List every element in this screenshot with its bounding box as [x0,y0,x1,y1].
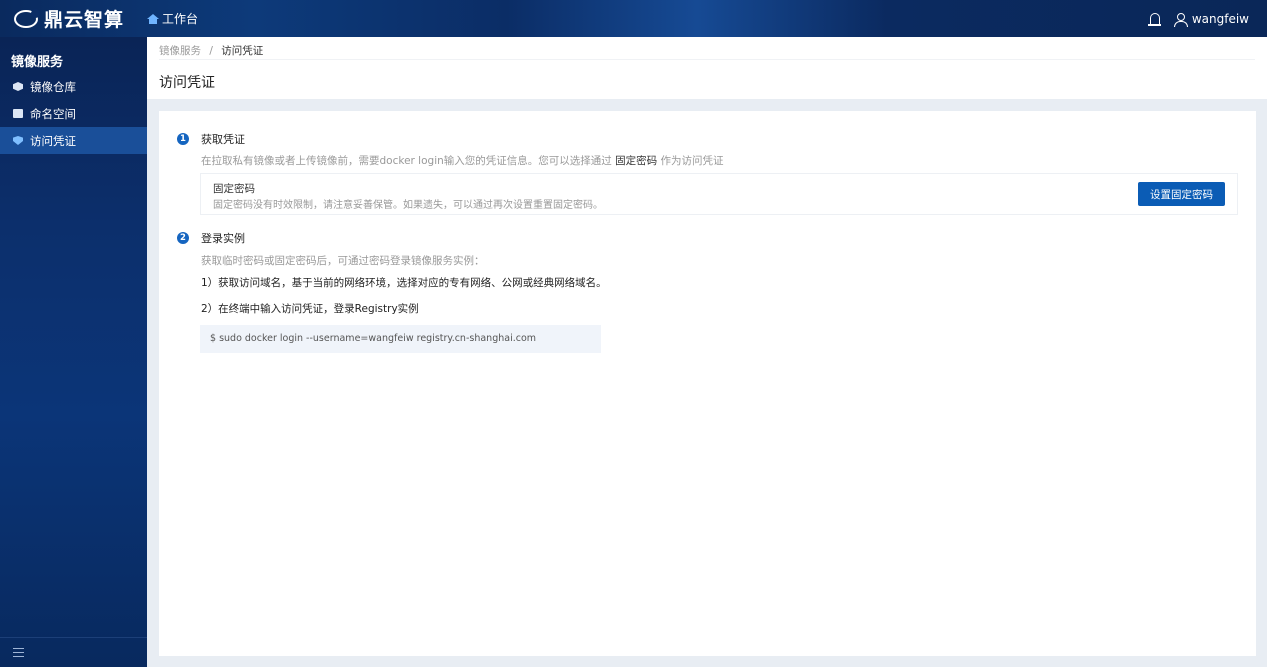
user-menu[interactable]: wangfeiw [1173,11,1249,27]
fixed-password-title: 固定密码 [213,183,255,195]
cloud-logo-icon [14,8,40,28]
fixed-password-desc: 固定密码没有时效限制，请注意妥善保管。如果遗失，可以通过再次设置重置固定密码。 [213,200,603,211]
sidebar-item-label: 访问凭证 [30,133,76,148]
login-command-code[interactable]: $ sudo docker login --username=wangfeiw … [200,325,601,353]
menu-icon [13,648,24,657]
app-name: 鼎云智算 [44,9,125,31]
bell-icon[interactable] [1147,12,1161,26]
breadcrumb-separator: / [209,45,213,57]
sidebar-item-access-credential[interactable]: 访问凭证 [0,127,147,154]
set-fixed-password-button[interactable]: 设置固定密码 [1138,182,1225,206]
step-title: 获取凭证 [201,133,245,146]
divider [159,59,1255,60]
page-title: 访问凭证 [159,75,215,91]
step-2-line-2: 2）在终端中输入访问凭证，登录Registry实例 [201,303,419,315]
breadcrumb-parent[interactable]: 镜像服务 [159,45,201,57]
sidebar-item-label: 命名空间 [30,106,76,121]
sidebar-item-namespace[interactable]: 命名空间 [0,100,147,127]
content-card: 1 获取凭证 在拉取私有镜像或者上传镜像前，需要docker login输入您的… [159,111,1256,656]
step-number-badge: 2 [177,232,189,244]
workbench-label: 工作台 [162,12,199,26]
fixed-password-panel: 固定密码 固定密码没有时效限制，请注意妥善保管。如果遗失，可以通过再次设置重置固… [200,173,1238,215]
desc-text: 作为访问凭证 [660,155,724,167]
sidebar-title: 镜像服务 [11,55,64,70]
step-2-description: 获取临时密码或固定密码后，可通过密码登录镜像服务实例： [201,255,485,267]
user-icon [1173,12,1188,27]
home-icon [147,13,159,24]
step-1-header: 1 获取凭证 [177,131,245,147]
sidebar-item-image-repo[interactable]: 镜像仓库 [0,73,147,100]
shield-icon [13,136,23,145]
username: wangfeiw [1191,11,1249,26]
workbench-link[interactable]: 工作台 [147,10,198,27]
step-2-header: 2 登录实例 [177,230,245,246]
desc-text: 在拉取私有镜像或者上传镜像前，需要docker login输入您的凭证信息。您可… [201,155,612,167]
cube-icon [13,82,23,91]
top-bar: 鼎云智算 工作台 wangfeiw [0,0,1267,37]
step-1-description: 在拉取私有镜像或者上传镜像前，需要docker login输入您的凭证信息。您可… [201,153,723,168]
breadcrumb: 镜像服务 / 访问凭证 [159,43,263,58]
sidebar-collapse-button[interactable] [0,637,147,667]
app-logo[interactable]: 鼎云智算 [0,0,147,37]
step-2-line-1: 1）获取访问域名，基于当前的网络环境，选择对应的专有网络、公网或经典网络域名。 [201,277,607,289]
breadcrumb-current: 访问凭证 [221,45,264,57]
step-number-badge: 1 [177,133,189,145]
step-title: 登录实例 [201,232,245,245]
page-header: 镜像服务 / 访问凭证 访问凭证 [147,37,1267,99]
namespace-icon [13,109,23,118]
sidebar: 镜像服务 镜像仓库 命名空间 访问凭证 [0,37,147,667]
desc-highlight: 固定密码 [615,155,658,167]
sidebar-item-label: 镜像仓库 [30,79,76,94]
